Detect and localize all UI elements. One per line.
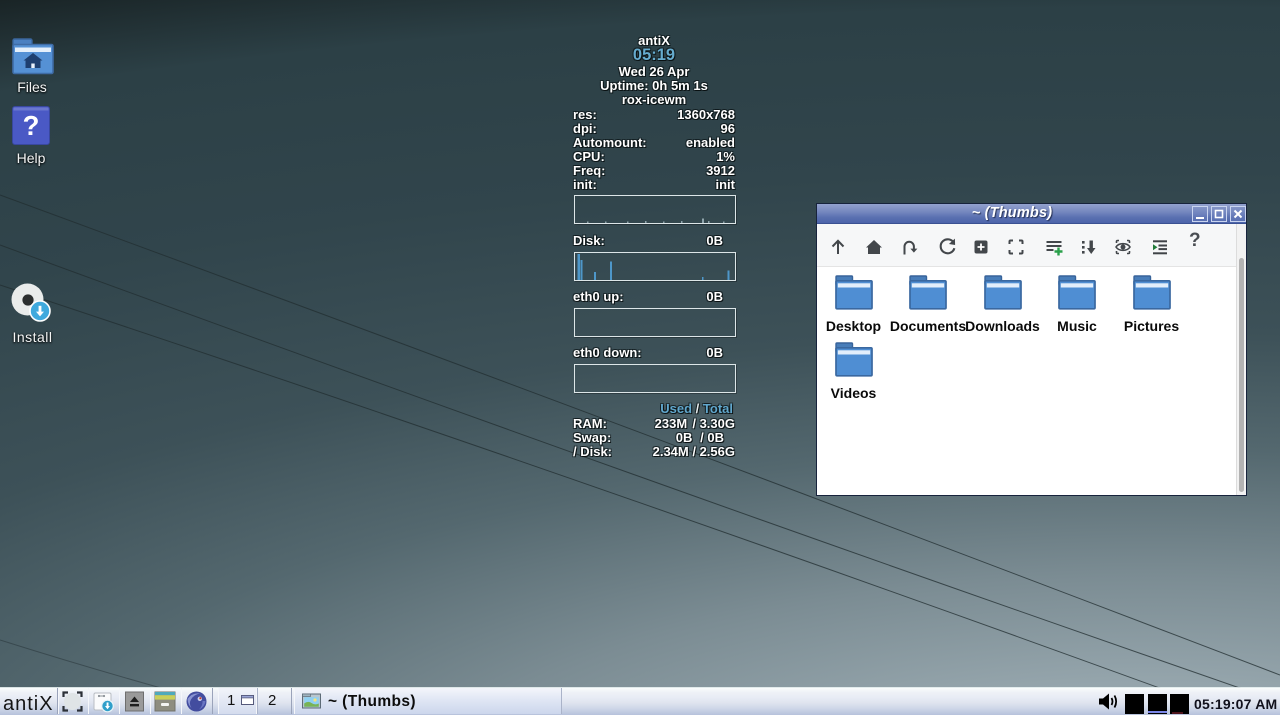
svg-text:?: ? <box>23 110 40 141</box>
